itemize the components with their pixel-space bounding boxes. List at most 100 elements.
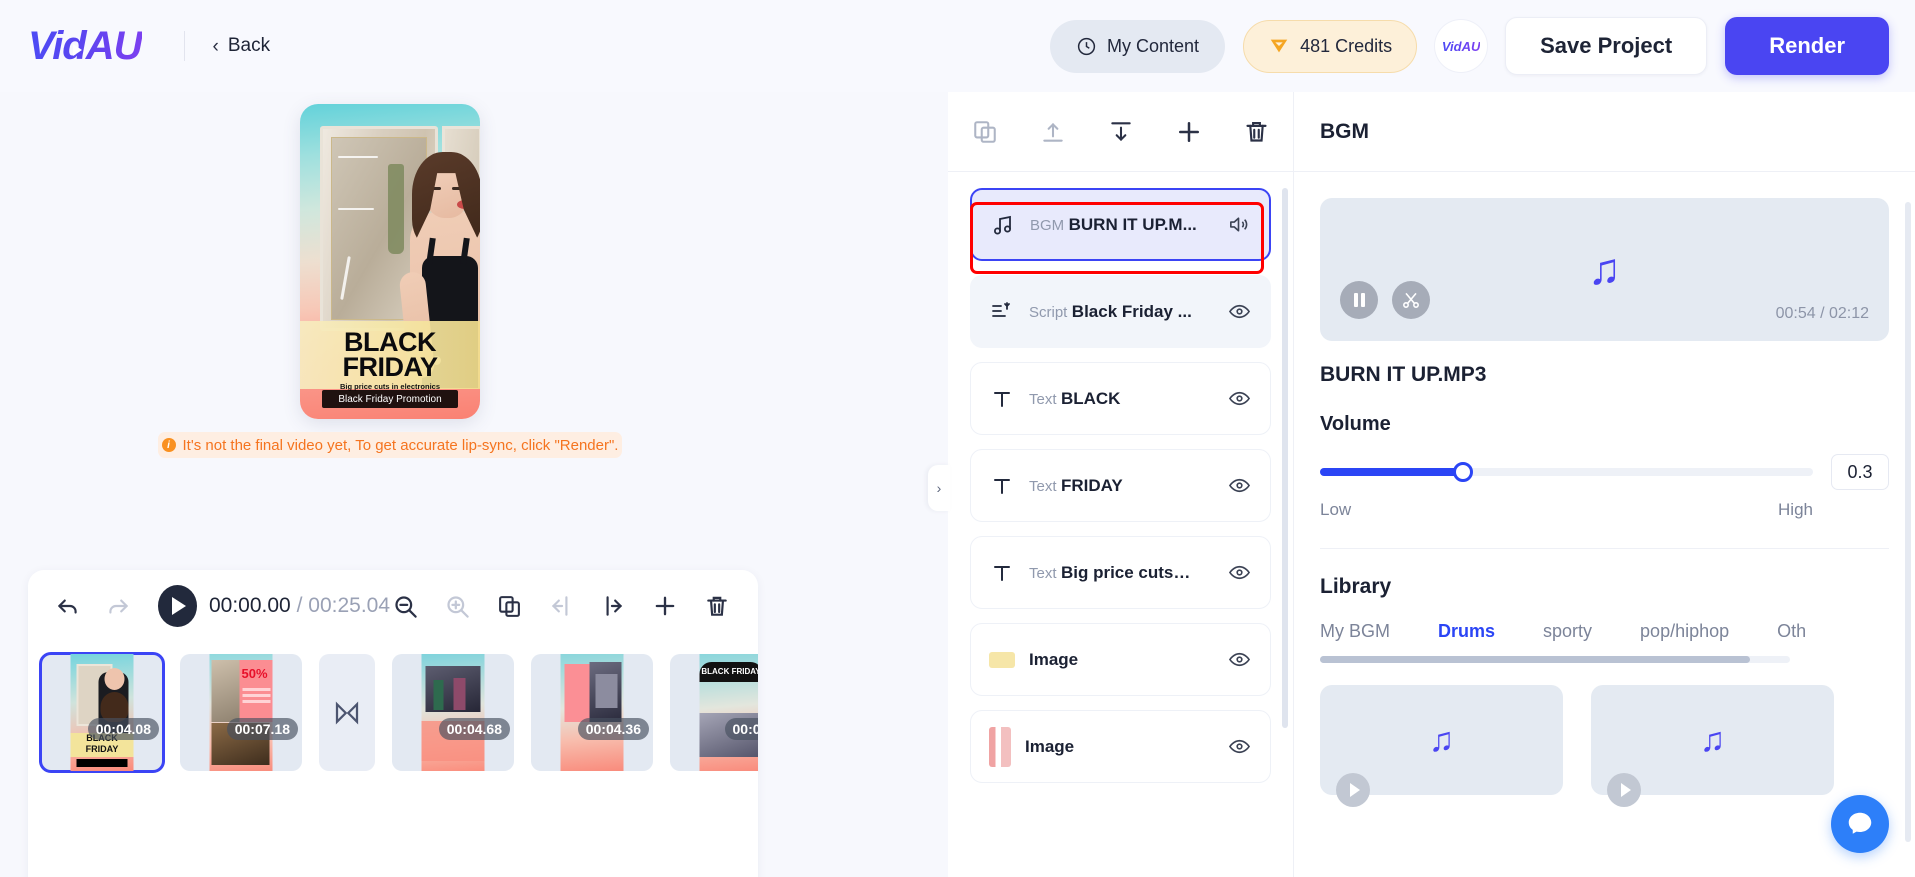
- eye-icon[interactable]: [1228, 474, 1252, 498]
- eye-icon[interactable]: [1228, 387, 1252, 411]
- play-button[interactable]: [157, 585, 197, 627]
- timeline-add-button[interactable]: [650, 591, 680, 621]
- eye-icon[interactable]: [1228, 735, 1252, 759]
- zoom-out-button[interactable]: [390, 591, 420, 621]
- layer-kind: BGM: [1030, 216, 1065, 234]
- trim-button[interactable]: [1392, 281, 1430, 319]
- volume-scale: Low High: [1320, 500, 1813, 520]
- render-button[interactable]: Render: [1725, 17, 1889, 75]
- layers-scrollbar[interactable]: [1282, 188, 1288, 728]
- eye-icon[interactable]: [1228, 300, 1252, 324]
- library-card[interactable]: ♫: [1591, 685, 1834, 807]
- duplicate-button[interactable]: [494, 591, 524, 621]
- bgm-settings-panel: BGM ♫ 00:54 / 02:12 BURN IT UP.MP3 Volum…: [1293, 92, 1915, 877]
- library-tabs[interactable]: My BGM Drums sporty pop/hiphop Oth: [1320, 621, 1889, 642]
- eye-icon[interactable]: [1228, 561, 1252, 585]
- credits-button[interactable]: 481 Credits: [1243, 19, 1418, 73]
- undo-button[interactable]: [54, 591, 82, 621]
- library-tab-my-bgm[interactable]: My BGM: [1320, 621, 1390, 642]
- layer-text: Text BLACK: [1029, 388, 1214, 410]
- timeline-clip[interactable]: BLACKFRIDAY 00:04.08: [39, 652, 165, 773]
- timeline-tools: [390, 591, 732, 621]
- vidau-logo[interactable]: VidAU: [28, 24, 142, 69]
- layer-kind: Text: [1029, 477, 1057, 495]
- layer-item-text-black[interactable]: Text BLACK: [970, 362, 1271, 435]
- section-divider: [1320, 548, 1889, 549]
- preview-caption-text: Black Friday Promotion: [338, 393, 442, 405]
- preview-title[interactable]: BLACK FRIDAY: [300, 328, 480, 381]
- layer-item-script[interactable]: Script Black Friday ...: [970, 275, 1271, 348]
- layer-item-image-2[interactable]: Image: [970, 710, 1271, 783]
- save-project-button[interactable]: Save Project: [1505, 17, 1708, 75]
- avatar[interactable]: VidAU: [1435, 20, 1488, 72]
- my-content-button[interactable]: My Content: [1050, 19, 1226, 73]
- library-tab-sporty[interactable]: sporty: [1543, 621, 1592, 642]
- volume-icon[interactable]: [1227, 213, 1251, 237]
- right-panel-scrollbar[interactable]: [1905, 202, 1911, 842]
- layer-item-text-friday[interactable]: Text FRIDAY: [970, 449, 1271, 522]
- eye-icon[interactable]: [1228, 648, 1252, 672]
- timeline-clip[interactable]: 50% 00:07.18: [180, 654, 302, 771]
- duplicate-icon: [498, 595, 520, 617]
- back-button[interactable]: ‹ Back: [213, 35, 271, 57]
- clip-thumbnail: BLACKFRIDAY: [70, 654, 134, 771]
- video-preview[interactable]: BLACK FRIDAY Big price cuts in electroni…: [300, 104, 480, 419]
- redo-button[interactable]: [104, 591, 132, 621]
- layer-item-text-bigprice[interactable]: Text Big price cuts…: [970, 536, 1271, 609]
- music-note-icon: ♫: [1428, 720, 1455, 759]
- layer-add-button[interactable]: [1174, 117, 1204, 147]
- image-thumbnail-icon: [989, 651, 1015, 668]
- clip-duration: 00:04.36: [577, 718, 649, 740]
- plus-icon: [1178, 121, 1199, 142]
- timeline-clip[interactable]: 00:04.68: [392, 654, 514, 771]
- volume-slider[interactable]: [1320, 462, 1813, 482]
- scene-highlight-2: [338, 208, 374, 210]
- layer-copy-button[interactable]: [970, 117, 1000, 147]
- time-display: 00:00.00 / 00:25.04: [209, 594, 390, 618]
- pause-icon: [1353, 293, 1365, 307]
- zoom-in-button[interactable]: [442, 591, 472, 621]
- layers-panel: BGM BURN IT UP.M... Script Black Friday …: [948, 92, 1293, 877]
- timeline-transition[interactable]: [319, 654, 375, 771]
- layer-item-bgm[interactable]: BGM BURN IT UP.M...: [970, 188, 1271, 261]
- timeline-clip[interactable]: BLACK FRIDAY 00:02.7: [670, 654, 758, 771]
- render-notice-text: It's not the final video yet, To get acc…: [182, 436, 619, 454]
- volume-slider-knob[interactable]: [1452, 462, 1473, 482]
- layer-delete-button[interactable]: [1242, 117, 1272, 147]
- clip-thumbnail: BLACK FRIDAY: [699, 654, 758, 771]
- play-button[interactable]: [1607, 773, 1641, 807]
- audio-time: 00:54 / 02:12: [1775, 305, 1869, 322]
- chat-support-button[interactable]: [1831, 795, 1889, 853]
- text-icon: [989, 473, 1015, 499]
- library-tab-drums[interactable]: Drums: [1438, 621, 1495, 642]
- timeline-strip[interactable]: BLACKFRIDAY 00:04.08 50% 00:07.18: [28, 642, 758, 877]
- split-left-icon: [551, 596, 568, 616]
- split-left-button[interactable]: [546, 591, 576, 621]
- credits-label: 481 Credits: [1300, 35, 1393, 56]
- library-tab-pop-hiphop[interactable]: pop/hiphop: [1640, 621, 1729, 642]
- layer-item-image-1[interactable]: Image: [970, 623, 1271, 696]
- timeline-clip[interactable]: 00:04.36: [531, 654, 653, 771]
- align-top-icon: [1042, 122, 1063, 142]
- pause-button[interactable]: [1340, 281, 1378, 319]
- panel-collapse-handle[interactable]: ›: [928, 465, 950, 511]
- layer-align-bottom-button[interactable]: [1106, 117, 1136, 147]
- split-right-button[interactable]: [598, 591, 628, 621]
- volume-value[interactable]: 0.3: [1831, 454, 1889, 490]
- play-button[interactable]: [1336, 773, 1370, 807]
- trash-icon: [707, 596, 727, 616]
- play-icon: [172, 597, 187, 615]
- library-tab-other[interactable]: Oth: [1777, 621, 1806, 642]
- layer-kind: Script: [1029, 303, 1068, 321]
- library-grid: ♫ ♫: [1320, 685, 1889, 807]
- timeline-delete-button[interactable]: [702, 591, 732, 621]
- layers-toolbar: [948, 92, 1293, 172]
- library-tabs-scrollbar[interactable]: [1320, 656, 1790, 663]
- library-card[interactable]: ♫: [1320, 685, 1563, 807]
- clip-duration: 00:04.08: [87, 718, 159, 740]
- layer-list[interactable]: BGM BURN IT UP.M... Script Black Friday …: [948, 174, 1293, 877]
- layer-align-top-button[interactable]: [1038, 117, 1068, 147]
- plus-icon: [655, 596, 675, 616]
- vidau-logo-text: VidAU: [28, 23, 142, 68]
- preview-caption[interactable]: Black Friday Promotion: [322, 390, 458, 408]
